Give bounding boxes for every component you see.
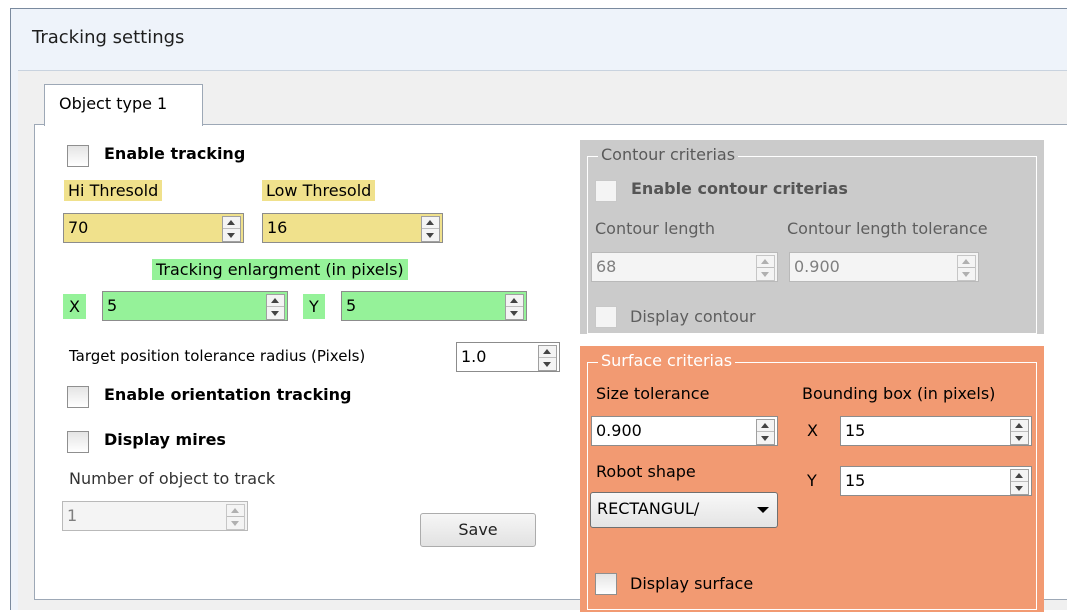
enlargment-x-value: 5 bbox=[107, 296, 118, 315]
hi-threshold-spinner[interactable] bbox=[222, 216, 241, 242]
enable-contour-checkbox[interactable] bbox=[595, 180, 617, 202]
contour-length-value: 68 bbox=[596, 257, 617, 276]
orientation-tracking-checkbox[interactable] bbox=[67, 386, 89, 408]
bounding-box-x-value: 15 bbox=[845, 421, 866, 440]
bounding-box-x-spinner[interactable] bbox=[1010, 419, 1029, 445]
robot-shape-select[interactable]: RECTANGUL/ bbox=[590, 492, 778, 528]
orientation-tracking-label: Enable orientation tracking bbox=[104, 385, 352, 404]
bounding-box-label: Bounding box (in pixels) bbox=[802, 384, 996, 403]
low-threshold-spinner[interactable] bbox=[421, 216, 440, 242]
size-tolerance-value: 0.900 bbox=[596, 421, 642, 440]
tolerance-value: 1.0 bbox=[461, 347, 487, 366]
contour-length-spinner[interactable] bbox=[756, 255, 775, 281]
low-threshold-label: Low Thresold bbox=[262, 180, 376, 201]
display-contour-label: Display contour bbox=[630, 307, 756, 326]
enlargment-y-value: 5 bbox=[346, 296, 357, 315]
display-surface-label: Display surface bbox=[630, 574, 754, 593]
object-count-spinner[interactable] bbox=[226, 504, 245, 530]
enlargment-y-spinner[interactable] bbox=[505, 294, 524, 320]
enlargment-label: Tracking enlargment (in pixels) bbox=[152, 259, 408, 280]
contour-length-tolerance-label: Contour length tolerance bbox=[787, 219, 988, 238]
bounding-box-y-label: Y bbox=[807, 471, 817, 490]
tab-label: Object type 1 bbox=[59, 94, 168, 113]
enable-contour-label: Enable contour criterias bbox=[631, 179, 848, 198]
bounding-box-y-value: 15 bbox=[845, 471, 866, 490]
enlargment-y-label: Y bbox=[303, 294, 325, 319]
surface-legend: Surface criterias bbox=[598, 351, 736, 370]
enlargment-y-input[interactable]: 5 bbox=[341, 291, 527, 321]
contour-length-tolerance-spinner[interactable] bbox=[957, 255, 976, 281]
save-button[interactable]: Save bbox=[420, 513, 536, 547]
contour-legend: Contour criterias bbox=[598, 145, 739, 164]
contour-length-tolerance-input[interactable]: 0.900 bbox=[789, 252, 979, 282]
bounding-box-x-label: X bbox=[807, 421, 818, 440]
window-title: Tracking settings bbox=[32, 27, 185, 48]
contour-length-label: Contour length bbox=[595, 219, 715, 238]
enlargment-x-label: X bbox=[63, 294, 86, 319]
contour-length-tolerance-value: 0.900 bbox=[794, 257, 840, 276]
bounding-box-y-input[interactable]: 15 bbox=[840, 466, 1032, 496]
object-count-input[interactable]: 1 bbox=[62, 501, 248, 531]
robot-shape-label: Robot shape bbox=[596, 462, 696, 481]
size-tolerance-spinner[interactable] bbox=[756, 419, 775, 445]
tolerance-label: Target position tolerance radius (Pixels… bbox=[69, 347, 366, 365]
hi-threshold-value: 70 bbox=[68, 218, 89, 237]
display-mires-label: Display mires bbox=[104, 430, 226, 449]
bounding-box-y-spinner[interactable] bbox=[1010, 469, 1029, 495]
hi-threshold-input[interactable]: 70 bbox=[63, 213, 244, 243]
hi-threshold-label: Hi Thresold bbox=[64, 180, 163, 201]
display-surface-checkbox[interactable] bbox=[595, 573, 617, 595]
tab-object-type-1[interactable]: Object type 1 bbox=[44, 84, 203, 126]
contour-length-input[interactable]: 68 bbox=[591, 252, 778, 282]
enable-tracking-checkbox[interactable] bbox=[67, 145, 89, 167]
tolerance-input[interactable]: 1.0 bbox=[456, 342, 560, 372]
chevron-down-icon bbox=[757, 507, 769, 513]
tolerance-spinner[interactable] bbox=[538, 345, 557, 371]
size-tolerance-input[interactable]: 0.900 bbox=[591, 416, 778, 446]
object-count-value: 1 bbox=[67, 506, 78, 525]
low-threshold-value: 16 bbox=[267, 218, 288, 237]
bounding-box-x-input[interactable]: 15 bbox=[840, 416, 1032, 446]
display-contour-checkbox[interactable] bbox=[595, 306, 617, 328]
low-threshold-input[interactable]: 16 bbox=[262, 213, 443, 243]
object-count-label: Number of object to track bbox=[69, 469, 276, 488]
display-mires-checkbox[interactable] bbox=[67, 431, 89, 453]
enable-tracking-label: Enable tracking bbox=[104, 144, 246, 163]
enlargment-x-input[interactable]: 5 bbox=[102, 291, 288, 321]
enlargment-x-spinner[interactable] bbox=[266, 294, 285, 320]
size-tolerance-label: Size tolerance bbox=[596, 384, 710, 403]
robot-shape-value: RECTANGUL/ bbox=[597, 499, 700, 518]
